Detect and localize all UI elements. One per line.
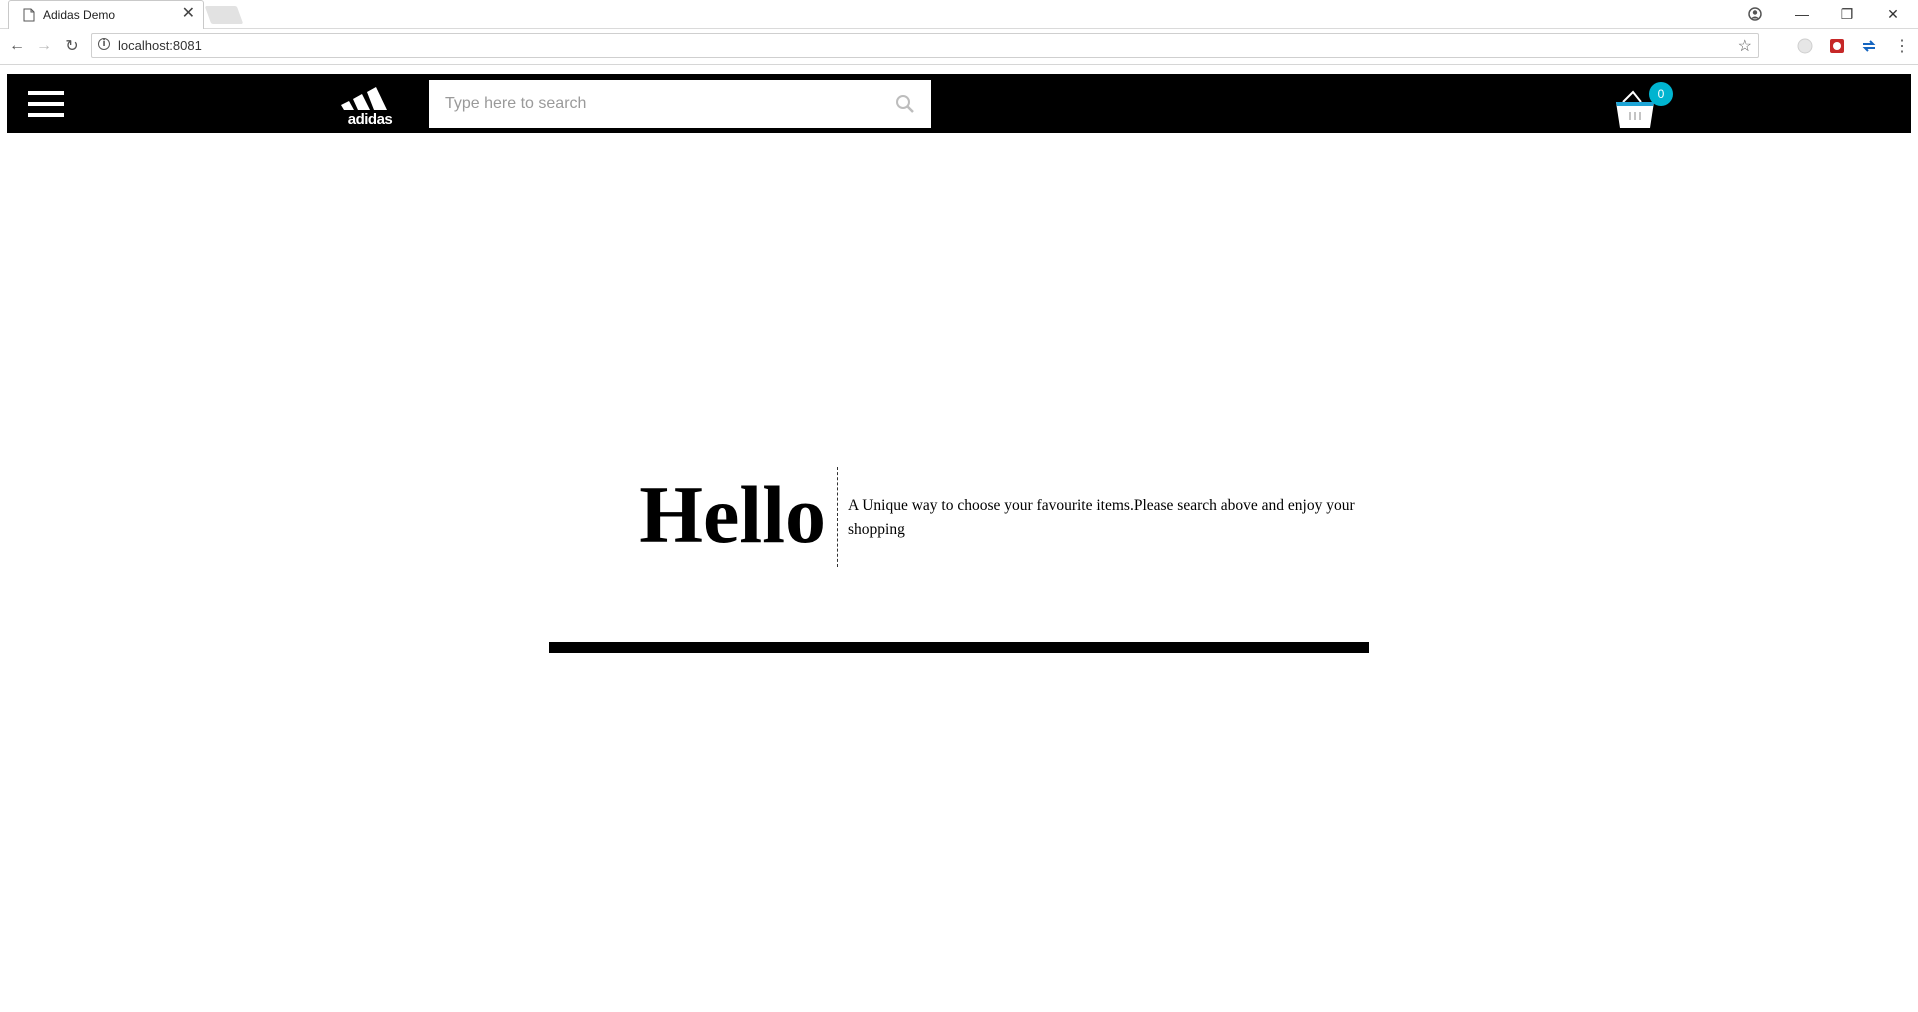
info-icon[interactable]: i <box>98 38 110 50</box>
hamburger-menu-icon[interactable] <box>28 91 64 117</box>
bookmark-star-icon[interactable]: ☆ <box>1738 36 1752 56</box>
logo-text: adidas <box>347 111 393 128</box>
page-icon <box>23 8 35 22</box>
extension-icon[interactable] <box>1796 37 1814 55</box>
vertical-divider <box>837 467 838 567</box>
minimize-button[interactable]: — <box>1780 0 1824 28</box>
hero-title: Hello <box>639 469 826 560</box>
hero-tagline: A Unique way to choose your favourite it… <box>848 497 1355 538</box>
restore-button[interactable]: ❐ <box>1825 0 1869 28</box>
tab-strip: Adidas Demo ✕ — ❐ ✕ <box>0 0 1918 29</box>
account-icon[interactable] <box>1733 0 1777 28</box>
hero-section: Hello A Unique way to choose your favour… <box>0 467 1918 567</box>
browser-tab[interactable]: Adidas Demo ✕ <box>8 0 204 29</box>
new-tab-button[interactable] <box>204 6 244 24</box>
menu-dots-icon[interactable]: ⋮ <box>1892 36 1912 56</box>
extension-icon[interactable] <box>1828 37 1846 55</box>
reload-button[interactable]: ↻ <box>62 36 82 56</box>
cart-button[interactable]: 0 <box>1613 80 1673 130</box>
browser-toolbar: ← → ↻ i localhost:8081 ☆ <box>0 29 1918 65</box>
search-input[interactable] <box>429 80 889 128</box>
search-box <box>429 80 931 128</box>
adidas-logo[interactable]: adidas <box>340 84 400 128</box>
forward-button[interactable]: → <box>34 36 54 56</box>
tab-close-icon[interactable]: ✕ <box>182 5 195 23</box>
url-text: localhost:8081 <box>118 38 202 53</box>
adidas-stripes-icon <box>341 87 387 110</box>
cart-count-badge: 0 <box>1649 82 1673 106</box>
back-button[interactable]: ← <box>7 36 27 56</box>
window-close-button[interactable]: ✕ <box>1871 0 1915 28</box>
tab-title: Adidas Demo <box>43 8 116 22</box>
extension-icon[interactable] <box>1860 37 1878 55</box>
address-bar[interactable]: i localhost:8081 ☆ <box>91 33 1759 58</box>
search-icon[interactable] <box>895 94 915 114</box>
horizontal-divider-bar <box>549 642 1369 653</box>
site-header: adidas 0 <box>7 74 1911 133</box>
